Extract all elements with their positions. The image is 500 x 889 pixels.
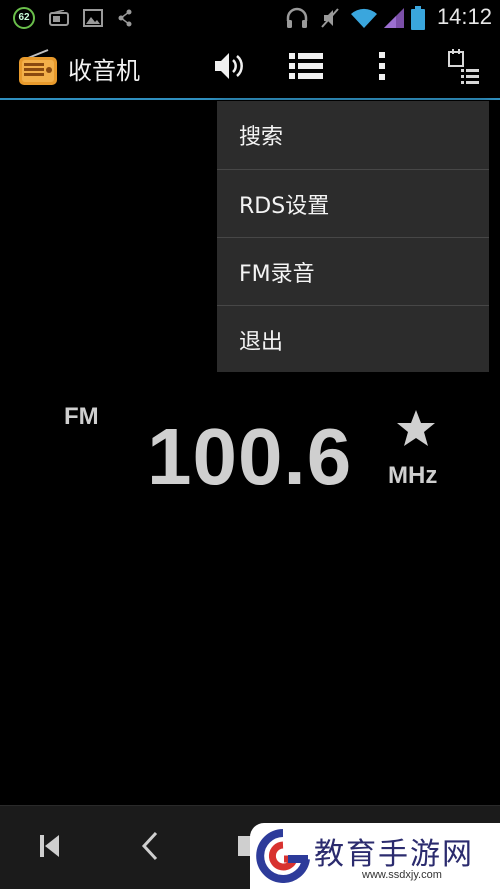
speaker-icon (212, 51, 244, 85)
watermark: 教育手游网 www.ssdxjy.com (250, 823, 500, 889)
menu-item-label: FM录音 (239, 261, 315, 287)
tune-down-button[interactable] (128, 826, 172, 870)
status-bar: 62 14:12 (0, 0, 500, 36)
notification-badge-icon: 62 (12, 6, 36, 30)
menu-item-fm-recording[interactable]: FM录音 (217, 237, 489, 305)
channel-list-icon (289, 52, 323, 84)
watermark-url: www.ssdxjy.com (362, 869, 442, 881)
image-notification-icon (82, 6, 104, 30)
watermark-text: 教育手游网 (314, 837, 474, 872)
skip-previous-button[interactable] (28, 826, 72, 870)
speaker-button[interactable] (204, 44, 252, 92)
frequency-unit: MHz (388, 462, 438, 489)
menu-item-search[interactable]: 搜索 (217, 101, 489, 169)
menu-item-rds-settings[interactable]: RDS设置 (217, 169, 489, 237)
schedule-list-button[interactable] (440, 44, 488, 92)
badge-number: 62 (13, 7, 35, 29)
action-bar: 收音机 (0, 36, 500, 100)
clock: 14:12 (436, 4, 492, 29)
signal-icon (382, 6, 406, 30)
menu-item-label: 搜索 (239, 125, 284, 150)
frequency-display: 100.6 (147, 412, 353, 501)
mute-icon (318, 6, 342, 30)
menu-item-exit[interactable]: 退出 (217, 305, 489, 373)
overflow-menu-button[interactable] (358, 44, 406, 92)
headphones-icon (284, 6, 310, 30)
radio-app-icon[interactable] (18, 48, 58, 86)
wifi-icon (350, 6, 378, 30)
favorite-button[interactable] (396, 408, 436, 448)
menu-item-label: RDS设置 (239, 193, 330, 219)
watermark-logo-icon (256, 829, 310, 883)
radio-notification-icon (48, 6, 70, 30)
tune-down-icon (140, 831, 160, 865)
overflow-menu-icon (377, 51, 387, 85)
battery-icon (410, 6, 426, 30)
share-icon (116, 6, 134, 30)
overflow-menu: 搜索 RDS设置 FM录音 退出 (217, 101, 489, 372)
app-title: 收音机 (68, 57, 140, 85)
band-label: FM (64, 403, 99, 430)
schedule-list-icon (447, 47, 481, 89)
menu-item-label: 退出 (239, 329, 284, 355)
skip-previous-icon (39, 834, 61, 862)
channel-list-button[interactable] (282, 44, 330, 92)
star-icon (396, 410, 436, 452)
